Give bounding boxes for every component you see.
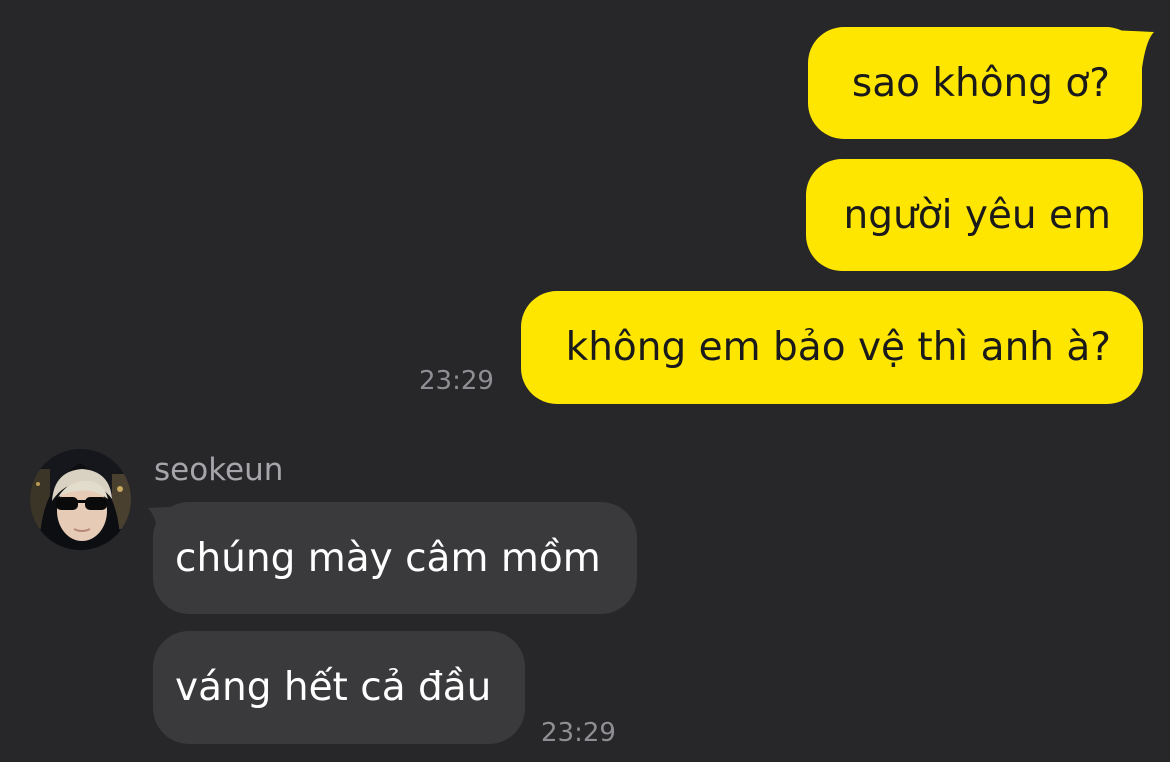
incoming-message-bubble[interactable]: váng hết cả đầu xyxy=(153,631,525,744)
message-text: váng hết cả đầu xyxy=(175,665,492,710)
message-text: chúng mày câm mồm xyxy=(175,535,601,581)
incoming-message-bubble[interactable]: chúng mày câm mồm xyxy=(153,502,637,614)
outgoing-message-bubble[interactable]: người yêu em xyxy=(806,159,1143,271)
user-avatar-photo-icon xyxy=(30,449,131,550)
message-text: không em bảo vệ thì anh à? xyxy=(565,325,1111,370)
message-text: sao không ơ? xyxy=(851,60,1110,106)
sender-avatar[interactable] xyxy=(30,449,131,550)
outgoing-timestamp: 23:29 xyxy=(419,366,494,396)
message-text: người yêu em xyxy=(843,192,1111,238)
outgoing-message-bubble[interactable]: sao không ơ? xyxy=(808,27,1142,139)
sender-name[interactable]: seokeun xyxy=(154,455,283,486)
incoming-timestamp: 23:29 xyxy=(541,718,616,748)
outgoing-message-bubble[interactable]: không em bảo vệ thì anh à? xyxy=(521,291,1143,404)
